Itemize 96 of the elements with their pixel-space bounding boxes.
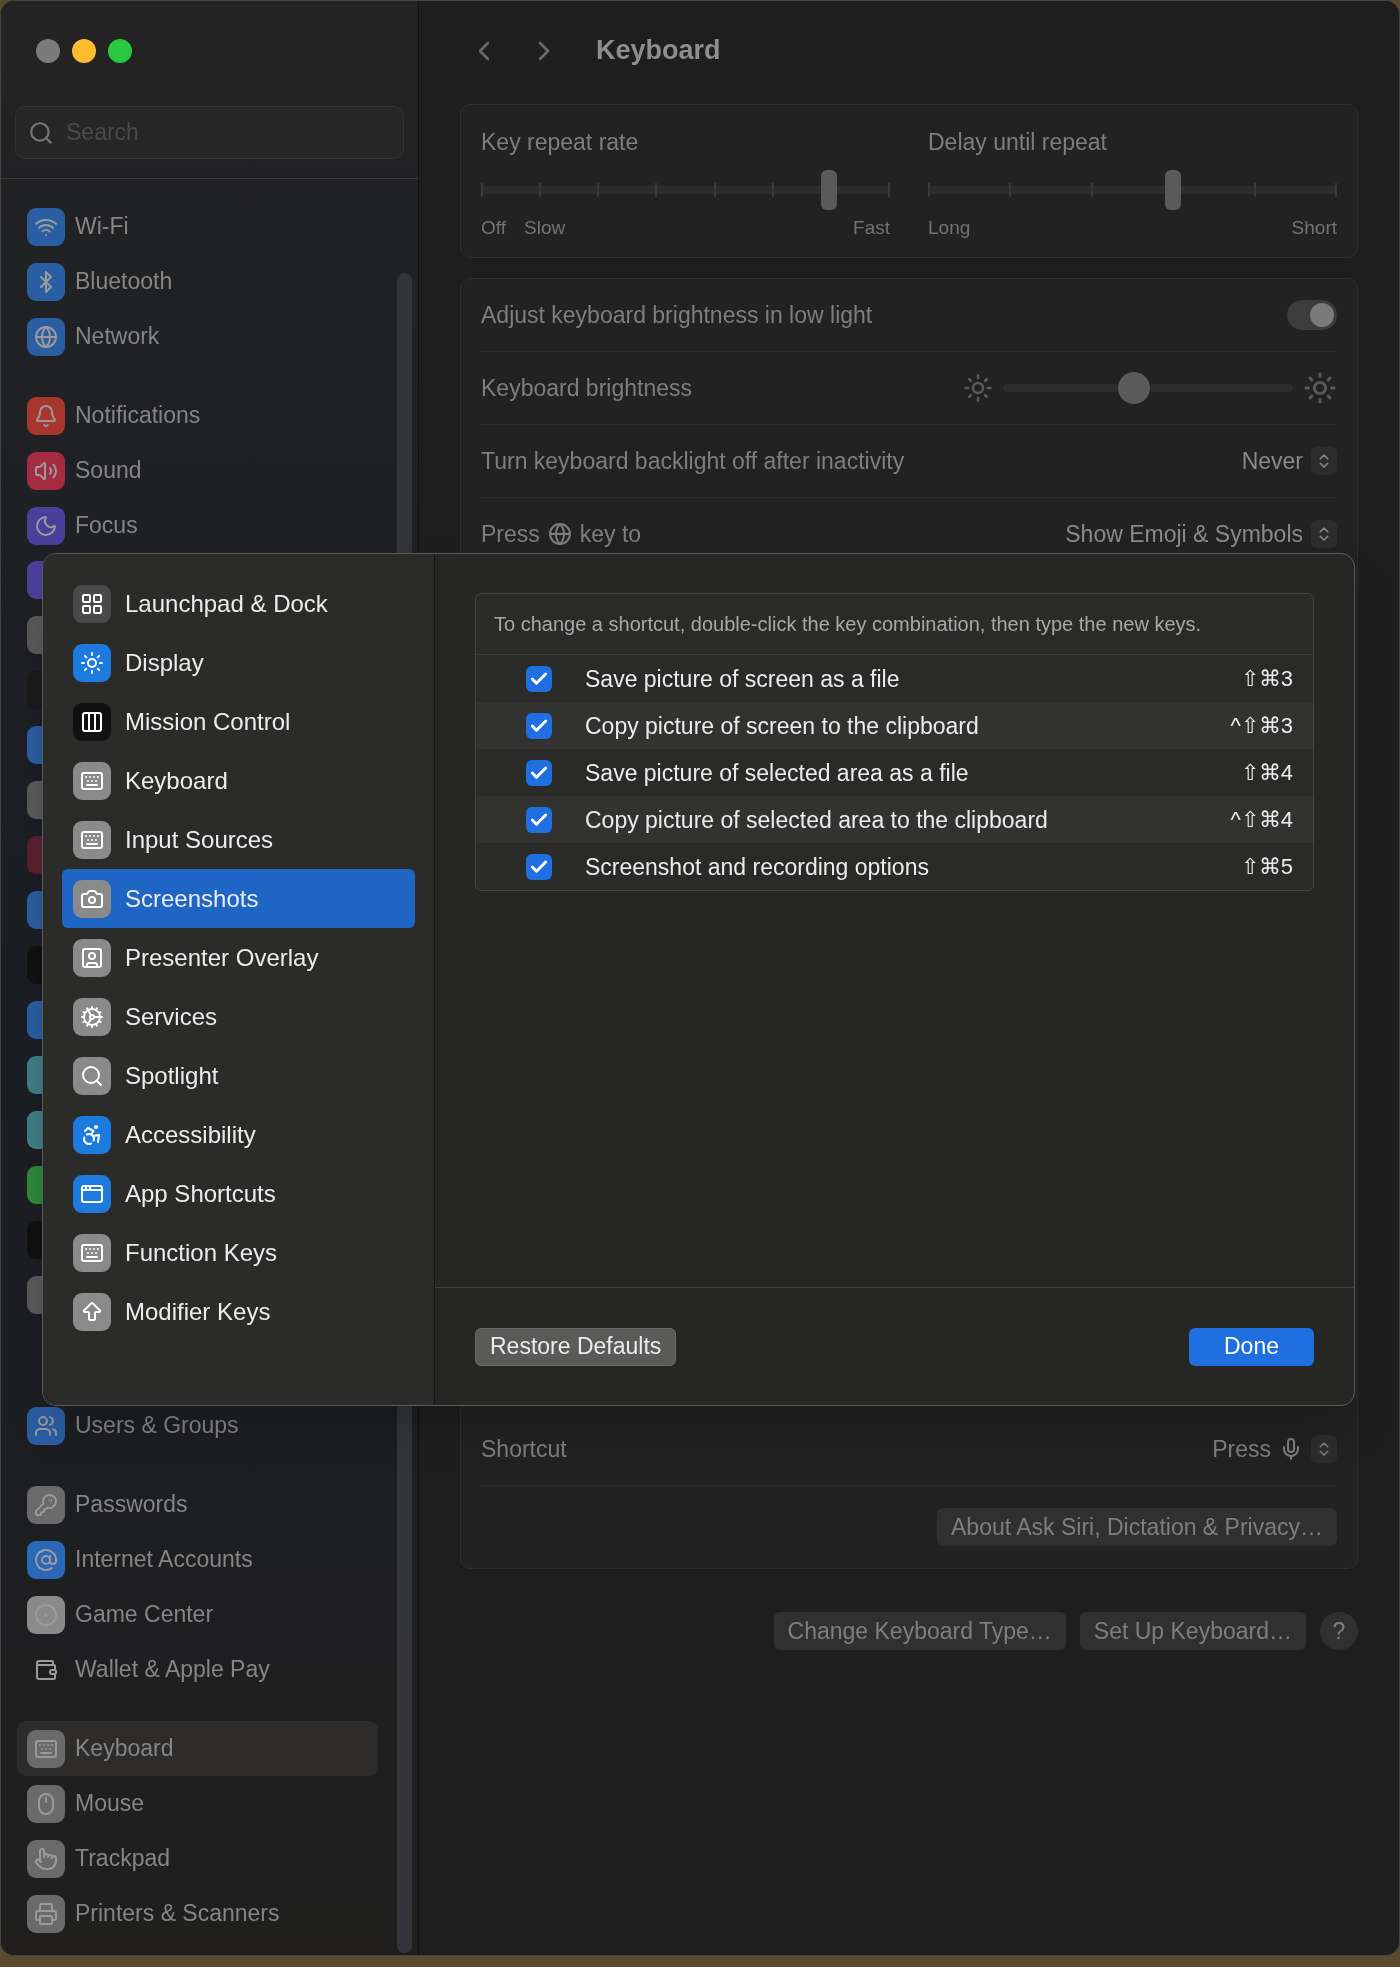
slider-label: Key repeat rate [481,128,640,157]
done-button[interactable]: Done [1189,1327,1314,1366]
slider-thumb[interactable] [1165,169,1182,210]
accessibility-icon [73,1115,111,1154]
slider-track[interactable] [1003,372,1293,404]
shortcut-row[interactable]: Save picture of screen as a file ⇧⌘3 [476,655,1313,702]
sheet-sidebar-item[interactable]: Mission Control [62,692,415,751]
slider-thumb[interactable] [820,169,837,210]
sun-icon [73,643,111,682]
page-title: Keyboard [596,34,721,68]
key-combination[interactable]: ^⇧⌘3 [1230,709,1293,742]
sheet-sidebar-item[interactable]: Screenshots [62,869,415,928]
sheet-sidebar-item[interactable]: Accessibility [62,1105,415,1164]
sheet-sidebar-item[interactable]: Services [62,987,415,1046]
sidebar-item[interactable]: Focus [17,498,378,553]
sidebar-item[interactable]: Keyboard [17,1721,378,1776]
sheet-sidebar-item[interactable]: Presenter Overlay [62,928,415,987]
slider-label: Delay until repeat [928,128,1108,157]
globe-icon [547,522,572,546]
keyboard-icon [73,761,111,800]
sheet-sidebar-item[interactable]: Keyboard [62,751,415,810]
restore-defaults-button[interactable]: Restore Defaults [475,1327,677,1366]
setting-label: Shortcut [481,1434,567,1464]
dim-sun-icon [963,373,993,403]
sheet-sidebar-item[interactable]: Modifier Keys [62,1282,415,1341]
shortcut-row[interactable]: Save picture of selected area as a file ⇧⌘4 [476,749,1313,796]
sidebar-item[interactable]: Sound [17,443,378,498]
shortcut-label: Save picture of screen as a file [585,665,901,692]
setting-label: Adjust keyboard brightness in low light [481,300,873,330]
help-button[interactable]: ? [1320,1612,1358,1650]
popup-value[interactable]: Never [1241,443,1303,479]
hint-text: To change a shortcut, double-click the key combination, then type the new keys. [476,594,1313,655]
sidebar-item[interactable]: Mouse [17,1776,378,1831]
key-combination[interactable]: ⇧⌘5 [1240,850,1293,883]
sidebar-item[interactable]: Passwords [17,1477,378,1532]
shortcut-label: Screenshot and recording options [585,853,930,880]
camera-icon [73,879,111,918]
person-icon [73,938,111,977]
windows-icon [73,702,111,741]
keyboard-button[interactable]: Change Keyboard Type… [773,1612,1066,1650]
checkbox[interactable] [526,665,552,692]
sidebar-item[interactable]: Trackpad [17,1831,378,1886]
slider-mark: Off [481,215,506,240]
search-icon [28,119,54,146]
fn-key-icon [73,1233,111,1272]
sheet-sidebar-item[interactable]: Input Sources [62,810,415,869]
shortcut-row[interactable]: Copy picture of screen to the clipboard ^⇧⌘3 [476,702,1313,749]
popup-value[interactable]: Press [1212,1431,1271,1467]
slider-mark: Short [1291,215,1337,240]
key-combination[interactable]: ⇧⌘3 [1240,662,1293,695]
setting-label: key to [579,519,642,549]
sheet-sidebar-item[interactable]: Display [62,633,415,692]
sidebar-item[interactable]: Game Center [17,1587,378,1642]
app-icon [73,1174,111,1213]
shortcut-label: Copy picture of selected area to the clipboard [585,806,1049,833]
popup-value[interactable]: Show Emoji & Symbols [1065,516,1303,552]
shortcut-label: Copy picture of screen to the clipboard [585,712,980,739]
checkbox[interactable] [526,853,552,880]
setting-label: Press [481,519,540,549]
checkbox[interactable] [526,712,552,739]
slider-track[interactable] [481,169,890,210]
sidebar-item[interactable]: Wallet & Apple Pay [17,1642,378,1697]
sheet-sidebar-item[interactable]: Function Keys [62,1223,415,1282]
search-icon [73,1056,111,1095]
sidebar-item[interactable]: Printers & Scanners [17,1886,378,1941]
keyboard-icon [73,820,111,859]
key-combination[interactable]: ⇧⌘4 [1240,756,1293,789]
key-combination[interactable]: ^⇧⌘4 [1230,803,1293,836]
shortcut-row[interactable]: Screenshot and recording options ⇧⌘5 [476,843,1313,890]
shortcut-row[interactable]: Copy picture of selected area to the clipboard ^⇧⌘4 [476,796,1313,843]
slider-track[interactable] [928,169,1337,210]
checkbox[interactable] [526,759,552,786]
sheet-sidebar-item[interactable]: Launchpad & Dock [62,574,415,633]
slider-mark: Slow [524,215,566,240]
about-button[interactable]: About Ask Siri, Dictation & Privacy… [937,1508,1337,1546]
stepper-icon[interactable] [1311,520,1337,548]
slider-mark: Fast [853,215,890,240]
checkbox[interactable] [526,806,552,833]
sidebar-item[interactable]: Bluetooth [17,254,378,309]
grid-icon [73,584,111,623]
sidebar-item[interactable]: Wi-Fi [17,199,378,254]
sidebar-item[interactable]: Internet Accounts [17,1532,378,1587]
bright-sun-icon [1303,371,1337,405]
shortcut-label: Save picture of selected area as a file [585,759,970,786]
toggle-switch[interactable] [1287,300,1337,330]
slider-thumb[interactable] [1117,372,1150,404]
sidebar-item[interactable]: Notifications [17,388,378,443]
slider-mark: Long [928,215,971,240]
sheet-sidebar-item[interactable]: Spotlight [62,1046,415,1105]
sheet-sidebar-item[interactable]: App Shortcuts [62,1164,415,1223]
setting-label: Keyboard brightness [481,373,692,403]
stepper-icon[interactable] [1311,447,1337,475]
setting-label: Turn keyboard backlight off after inactivity [481,446,905,476]
stepper-icon[interactable] [1311,1435,1337,1463]
keyboard-button[interactable]: Set Up Keyboard… [1079,1612,1306,1650]
sidebar-item[interactable]: Network [17,309,378,364]
